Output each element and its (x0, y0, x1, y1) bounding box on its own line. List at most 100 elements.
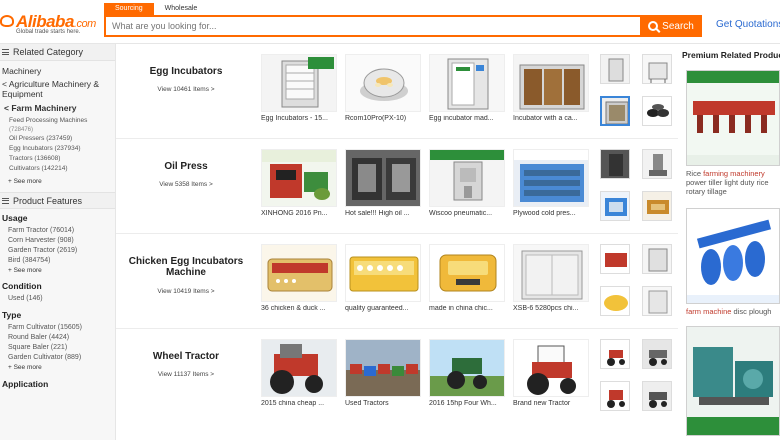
type-see-more[interactable]: + See more (0, 363, 115, 373)
product-caption[interactable]: Egg incubator mad... (429, 115, 505, 122)
product-image[interactable] (261, 149, 337, 207)
premium-product-card[interactable]: farm machine disc plough (686, 208, 780, 316)
filter-usage-farm-tractor[interactable]: Farm Tractor (76014) (0, 226, 115, 236)
usage-see-more[interactable]: + See more (0, 266, 115, 276)
filter-type-square-baler[interactable]: Square Baler (221) (0, 343, 115, 353)
premium-product-caption[interactable]: farm machine disc plough (686, 307, 780, 316)
product-caption[interactable]: Hot sale!!! High oil ... (345, 210, 421, 217)
product-caption[interactable]: Plywood cold pres... (513, 210, 589, 217)
product-caption[interactable]: 36 chicken & duck ... (261, 305, 337, 312)
product-thumbnail[interactable] (642, 149, 672, 179)
filter-condition-used[interactable]: Used (146) (0, 294, 115, 304)
product-caption[interactable]: Incubator with a ca... (513, 115, 589, 122)
product-card[interactable]: Used Tractors (345, 339, 421, 407)
product-thumbnail[interactable] (600, 339, 630, 369)
premium-product-card[interactable] (686, 326, 780, 436)
subcat-cultivators[interactable]: Cultivators (142214) (0, 164, 115, 174)
product-card[interactable]: Rcom10Pro(PX-10) (345, 54, 421, 122)
filter-application-title[interactable]: Application (0, 378, 115, 390)
filter-usage-title[interactable]: Usage (0, 212, 115, 224)
product-thumbnail[interactable] (600, 54, 630, 84)
category-machinery[interactable]: Machinery (0, 66, 115, 77)
filter-usage-corn-harvester[interactable]: Corn Harvester (908) (0, 236, 115, 246)
premium-product-caption[interactable]: Rice farming machinery power tiller ligh… (686, 169, 780, 196)
category-farm-machinery[interactable]: < Farm Machinery (0, 103, 115, 114)
product-caption[interactable]: XINHONG 2016 Pn... (261, 210, 337, 217)
filter-usage-bird[interactable]: Bird (384754) (0, 256, 115, 266)
product-image[interactable] (429, 149, 505, 207)
product-image[interactable] (345, 149, 421, 207)
filter-type-round-baler[interactable]: Round Baler (4424) (0, 333, 115, 343)
category-agriculture[interactable]: < Agriculture Machinery & Equipment (0, 79, 115, 99)
product-card[interactable]: Egg incubator mad... (429, 54, 505, 122)
product-card[interactable]: quality guaranteed... (345, 244, 421, 312)
product-thumbnail[interactable] (600, 149, 630, 179)
subcat-oil-pressers[interactable]: Oil Pressers (237459) (0, 134, 115, 144)
tab-wholesale[interactable]: Wholesale (154, 3, 209, 15)
product-caption[interactable]: XSB-6 5280pcs chi... (513, 305, 589, 312)
premium-product-card[interactable]: Rice farming machinery power tiller ligh… (686, 70, 780, 196)
product-caption[interactable]: Brand new Tractor (513, 400, 589, 407)
premium-product-image[interactable] (686, 326, 780, 436)
product-thumbnail[interactable] (642, 54, 672, 84)
filter-condition-title[interactable]: Condition (0, 280, 115, 292)
product-card[interactable]: Wiscoo pneumatic... (429, 149, 505, 217)
product-image[interactable] (261, 54, 337, 112)
search-input[interactable] (106, 17, 640, 35)
product-card[interactable]: made in china chic... (429, 244, 505, 312)
product-card[interactable]: XSB-6 5280pcs chi... (513, 244, 589, 312)
product-image[interactable] (429, 54, 505, 112)
product-thumbnail[interactable] (642, 191, 672, 221)
subcat-egg-incubators[interactable]: Egg Incubators (237934) (0, 144, 115, 154)
product-image[interactable] (345, 244, 421, 302)
row-view-items-link[interactable]: View 11137 Items > (126, 371, 246, 378)
product-card[interactable]: 36 chicken & duck ... (261, 244, 337, 312)
product-caption[interactable]: 2015 china cheap ... (261, 400, 337, 407)
filter-type-garden-cultivator[interactable]: Garden Cultivator (889) (0, 353, 115, 363)
product-thumbnail[interactable] (642, 339, 672, 369)
get-quotations-link[interactable]: Get Quotations › (716, 19, 780, 30)
row-title[interactable]: Chicken Egg Incubators Machine (126, 256, 246, 278)
product-image[interactable] (261, 244, 337, 302)
product-caption[interactable]: Wiscoo pneumatic... (429, 210, 505, 217)
category-see-more[interactable]: + See more (0, 177, 115, 187)
product-thumbnail[interactable] (600, 96, 630, 126)
product-thumbnail[interactable] (642, 96, 672, 126)
product-caption[interactable]: Used Tractors (345, 400, 421, 407)
product-image[interactable] (429, 339, 505, 397)
product-caption[interactable]: 2016 15hp Four Wh... (429, 400, 505, 407)
premium-product-image[interactable] (686, 70, 780, 166)
row-view-items-link[interactable]: View 10461 Items > (126, 86, 246, 93)
premium-product-image[interactable] (686, 208, 780, 304)
product-features-header[interactable]: Product Features (0, 192, 115, 209)
product-thumbnail[interactable] (600, 244, 630, 274)
product-thumbnail[interactable] (600, 191, 630, 221)
product-card[interactable]: Incubator with a ca... (513, 54, 589, 122)
filter-usage-garden-tractor[interactable]: Garden Tractor (2619) (0, 246, 115, 256)
tab-sourcing[interactable]: Sourcing (104, 3, 154, 15)
product-image[interactable] (261, 339, 337, 397)
subcat-feed-processing[interactable]: Feed Processing Machines (0, 116, 115, 126)
product-image[interactable] (513, 54, 589, 112)
row-view-items-link[interactable]: View 10419 Items > (126, 288, 246, 295)
product-image[interactable] (345, 339, 421, 397)
product-thumbnail[interactable] (600, 381, 630, 411)
row-title[interactable]: Egg Incubators (126, 66, 246, 77)
row-title[interactable]: Oil Press (126, 161, 246, 172)
product-card[interactable]: 2015 china cheap ... (261, 339, 337, 407)
product-image[interactable] (429, 244, 505, 302)
search-button[interactable]: Search (640, 15, 702, 37)
product-caption[interactable]: Egg Incubators - 15... (261, 115, 337, 122)
product-caption[interactable]: Rcom10Pro(PX-10) (345, 115, 421, 122)
row-view-items-link[interactable]: View 5358 Items > (126, 181, 246, 188)
filter-type-title[interactable]: Type (0, 309, 115, 321)
product-thumbnail[interactable] (600, 286, 630, 316)
product-image[interactable] (345, 54, 421, 112)
product-card[interactable]: XINHONG 2016 Pn... (261, 149, 337, 217)
product-caption[interactable]: made in china chic... (429, 305, 505, 312)
product-image[interactable] (513, 339, 589, 397)
related-category-header[interactable]: Related Category (0, 44, 115, 61)
subcat-tractors[interactable]: Tractors (136608) (0, 154, 115, 164)
row-title[interactable]: Wheel Tractor (126, 351, 246, 362)
product-image[interactable] (513, 149, 589, 207)
